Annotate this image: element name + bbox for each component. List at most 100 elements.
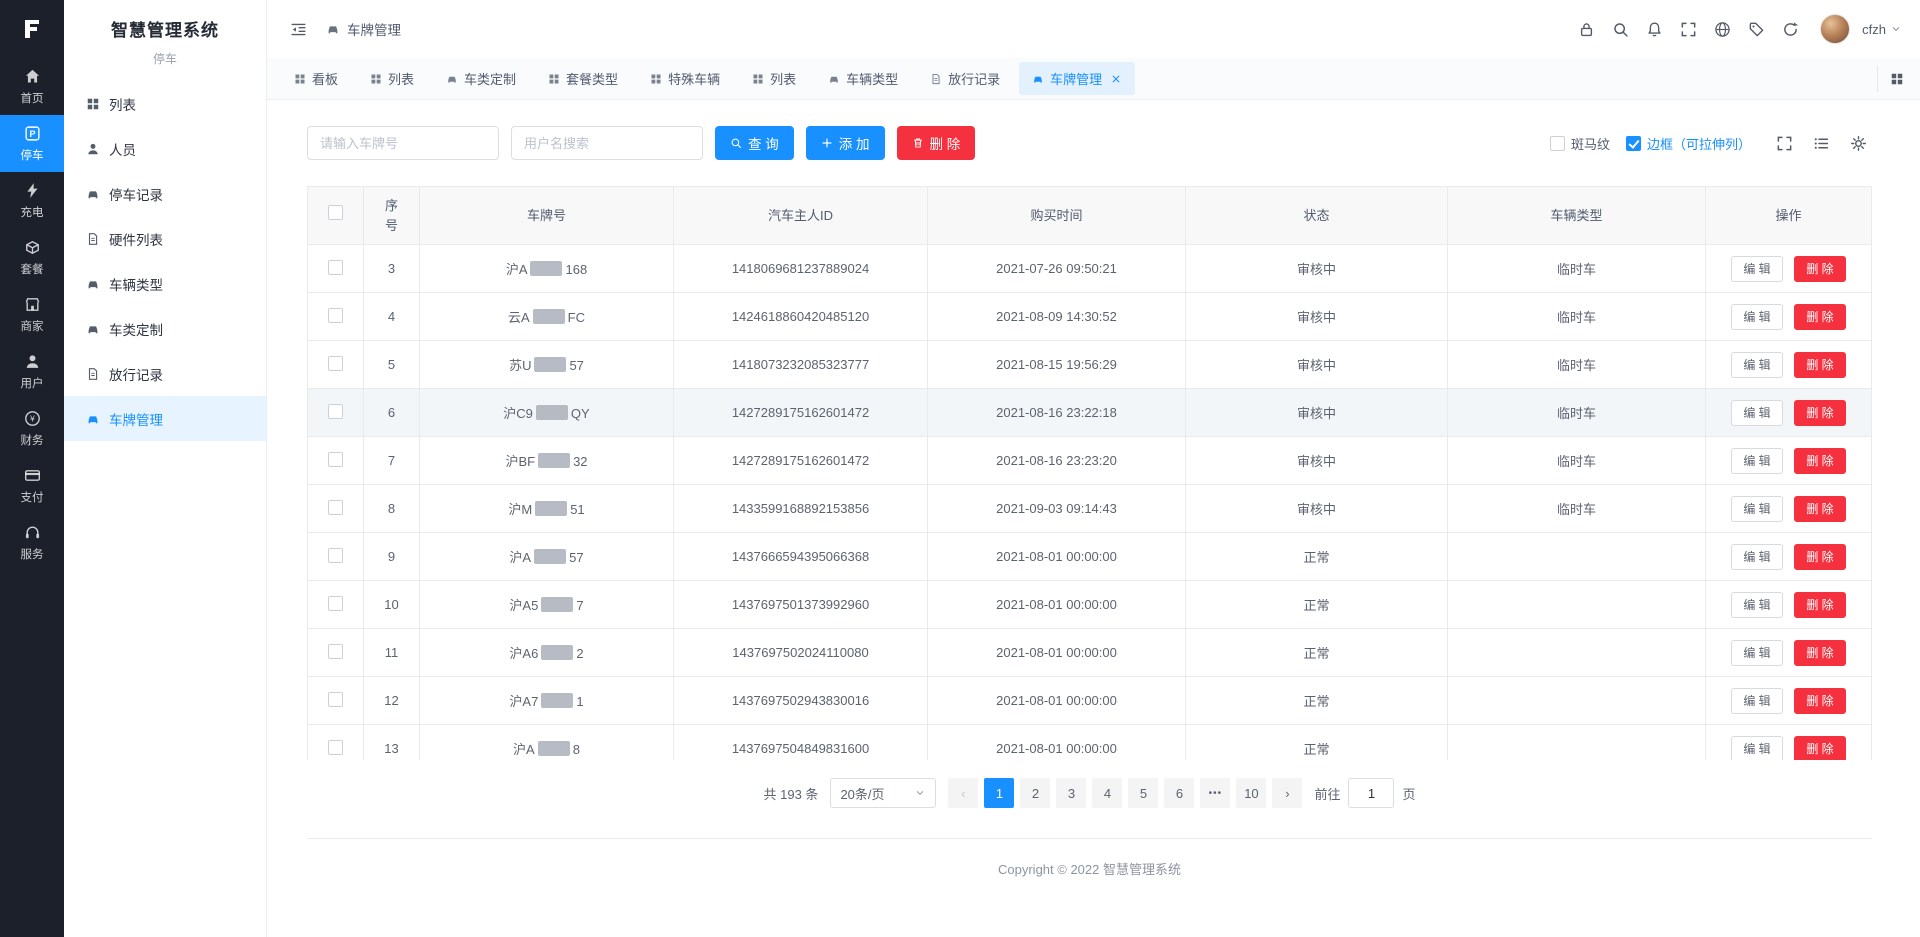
rail-item[interactable]: 充电 [0,172,64,229]
sidebar-item[interactable]: 车类定制 [64,306,266,351]
row-delete-button[interactable]: 删 除 [1794,640,1845,666]
edit-button[interactable]: 编 辑 [1731,688,1782,714]
row-delete-button[interactable]: 删 除 [1794,448,1845,474]
row-delete-button[interactable]: 删 除 [1794,400,1845,426]
rail-item[interactable]: 支付 [0,457,64,514]
edit-button[interactable]: 编 辑 [1731,448,1782,474]
app-logo[interactable] [0,0,64,58]
row-checkbox[interactable] [328,740,343,755]
row-checkbox[interactable] [328,260,343,275]
rail-item[interactable]: 服务 [0,514,64,571]
zebra-checkbox[interactable]: 斑马纹 [1550,134,1610,153]
page-button[interactable]: ••• [1200,778,1230,808]
tab[interactable]: 列表 [739,62,809,95]
edit-button[interactable]: 编 辑 [1731,256,1782,282]
collapse-sidebar-icon[interactable] [285,16,312,43]
edit-button[interactable]: 编 辑 [1731,352,1782,378]
page-button[interactable]: 5 [1128,778,1158,808]
select-all-checkbox[interactable] [328,205,343,220]
row-delete-button[interactable]: 删 除 [1794,736,1845,761]
bell-icon[interactable] [1641,16,1668,43]
tab-options-icon[interactable] [1877,66,1906,92]
rail-item[interactable]: 用户 [0,343,64,400]
tab[interactable]: 看板 [281,62,351,95]
language-icon[interactable] [1709,16,1736,43]
row-checkbox[interactable] [328,308,343,323]
row-delete-button[interactable]: 删 除 [1794,352,1845,378]
content: 查 询 添 加 删 除 斑马纹 边框（可拉 [267,100,1920,937]
page-button[interactable]: 4 [1092,778,1122,808]
rail-item[interactable]: 财务 [0,400,64,457]
row-checkbox[interactable] [328,644,343,659]
expand-icon[interactable] [1771,130,1798,157]
sidebar-item[interactable]: 硬件列表 [64,216,266,261]
sidebar-item[interactable]: 车辆类型 [64,261,266,306]
page-button[interactable]: 3 [1056,778,1086,808]
row-checkbox[interactable] [328,596,343,611]
tab[interactable]: 放行记录 [917,62,1013,95]
page-button[interactable]: 6 [1164,778,1194,808]
tab[interactable]: 车辆类型 [815,62,911,95]
row-delete-button[interactable]: 删 除 [1794,592,1845,618]
row-checkbox[interactable] [328,356,343,371]
page-button[interactable]: ‹ [948,778,978,808]
gear-icon[interactable] [1845,130,1872,157]
sidebar-item[interactable]: 车牌管理 [64,396,266,441]
query-button[interactable]: 查 询 [715,126,794,160]
checkbox[interactable] [1550,136,1565,151]
row-delete-button[interactable]: 删 除 [1794,496,1845,522]
jump-page-input[interactable] [1348,778,1394,808]
sidebar-item[interactable]: 列表 [64,81,266,126]
delete-button[interactable]: 删 除 [897,126,976,160]
row-delete-button[interactable]: 删 除 [1794,304,1845,330]
row-checkbox[interactable] [328,692,343,707]
row-delete-button[interactable]: 删 除 [1794,256,1845,282]
tab[interactable]: 套餐类型 [535,62,631,95]
sidebar-item[interactable]: 人员 [64,126,266,171]
sidebar-item[interactable]: 放行记录 [64,351,266,396]
rail-item[interactable]: 商家 [0,286,64,343]
page-button[interactable]: 10 [1236,778,1266,808]
search-icon[interactable] [1607,16,1634,43]
page-button[interactable]: 2 [1020,778,1050,808]
rail-item[interactable]: 套餐 [0,229,64,286]
add-button[interactable]: 添 加 [806,126,885,160]
edit-button[interactable]: 编 辑 [1731,400,1782,426]
avatar[interactable] [1820,14,1850,44]
rail-item[interactable]: 停车 [0,115,64,172]
edit-button[interactable]: 编 辑 [1731,496,1782,522]
edit-button[interactable]: 编 辑 [1731,304,1782,330]
rail-item[interactable]: 首页 [0,58,64,115]
row-checkbox[interactable] [328,404,343,419]
checkbox-checked[interactable] [1626,136,1641,151]
sidebar-item[interactable]: 停车记录 [64,171,266,216]
edit-button[interactable]: 编 辑 [1731,592,1782,618]
refresh-icon[interactable] [1777,16,1804,43]
list-icon[interactable] [1808,130,1835,157]
edit-button[interactable]: 编 辑 [1731,544,1782,570]
plate-search-input[interactable] [307,126,499,160]
tab[interactable]: 特殊车辆 [637,62,733,95]
close-icon[interactable] [1110,73,1122,85]
page-button[interactable]: 1 [984,778,1014,808]
tab[interactable]: 列表 [357,62,427,95]
cell-plate: 沪C9QY [420,389,674,437]
username-search-input[interactable] [511,126,703,160]
row-checkbox[interactable] [328,452,343,467]
row-checkbox[interactable] [328,548,343,563]
border-checkbox[interactable]: 边框（可拉伸列） [1626,134,1751,153]
tag-icon[interactable] [1743,16,1770,43]
row-delete-button[interactable]: 删 除 [1794,688,1845,714]
lock-icon[interactable] [1573,16,1600,43]
fullscreen-icon[interactable] [1675,16,1702,43]
user-menu[interactable]: cfzh [1862,22,1902,37]
cell-owner-id: 1418073232085323777 [674,341,928,389]
edit-button[interactable]: 编 辑 [1731,640,1782,666]
row-checkbox[interactable] [328,500,343,515]
tab[interactable]: 车类定制 [433,62,529,95]
edit-button[interactable]: 编 辑 [1731,736,1782,761]
page-button[interactable]: › [1272,778,1302,808]
page-size-select[interactable]: 20条/页 [830,778,936,808]
row-delete-button[interactable]: 删 除 [1794,544,1845,570]
tab[interactable]: 车牌管理 [1019,62,1135,95]
